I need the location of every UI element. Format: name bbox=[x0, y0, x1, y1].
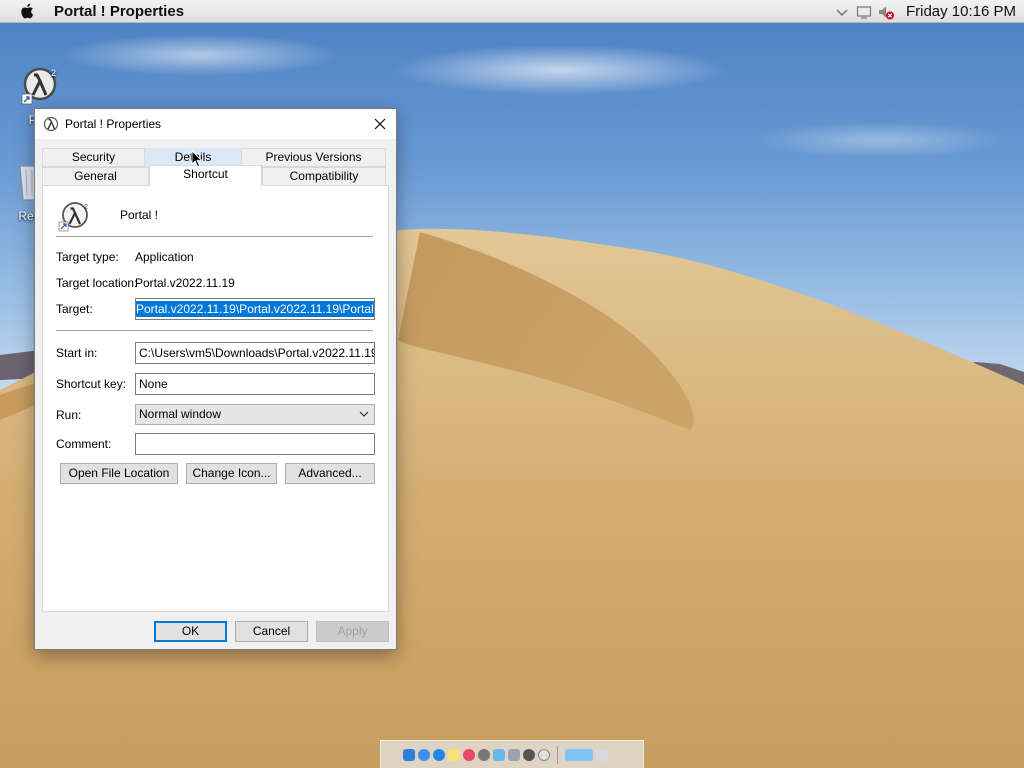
downloads-icon[interactable] bbox=[565, 748, 593, 761]
dialog-title: Portal ! Properties bbox=[65, 117, 162, 131]
dialog-titlebar[interactable]: Portal ! Properties bbox=[35, 109, 396, 139]
run-label: Run: bbox=[56, 408, 82, 422]
target-field-text: Portal.v2022.11.19\Portal.v2022.11.19\Po… bbox=[136, 301, 374, 317]
svg-text:2: 2 bbox=[84, 204, 88, 211]
comment-label: Comment: bbox=[56, 437, 112, 451]
target-type-label: Target type: bbox=[56, 250, 119, 264]
tab-security[interactable]: Security bbox=[42, 148, 145, 167]
preview-icon[interactable] bbox=[508, 748, 520, 761]
apply-button[interactable]: Apply bbox=[316, 621, 389, 642]
notes-icon[interactable] bbox=[448, 748, 460, 761]
itunes-icon[interactable] bbox=[463, 748, 475, 761]
app-store-icon[interactable] bbox=[418, 748, 430, 761]
volume-muted-icon[interactable] bbox=[878, 4, 894, 20]
target-field[interactable]: Portal.v2022.11.19\Portal.v2022.11.19\Po… bbox=[135, 298, 375, 320]
start-in-field[interactable]: C:\Users\vm5\Downloads\Portal.v2022.11.1… bbox=[135, 342, 375, 364]
half-life-lambda-icon: 2 bbox=[58, 202, 88, 232]
dock bbox=[380, 740, 644, 768]
dock-separator bbox=[557, 745, 558, 764]
folder-icon[interactable] bbox=[493, 748, 505, 761]
svg-text:2: 2 bbox=[51, 68, 56, 78]
target-location-label: Target location: bbox=[56, 276, 138, 290]
cancel-button[interactable]: Cancel bbox=[235, 621, 308, 642]
status-area: Friday 10:16 PM bbox=[834, 0, 1016, 23]
finder-icon[interactable] bbox=[403, 748, 415, 761]
menubar: Portal ! Properties Friday 10:16 PM bbox=[0, 0, 1024, 23]
run-select[interactable]: Normal window bbox=[135, 404, 375, 425]
tab-general[interactable]: General bbox=[42, 167, 149, 186]
safari-icon[interactable] bbox=[433, 748, 445, 761]
change-icon-button[interactable]: Change Icon... bbox=[186, 463, 277, 484]
mouse-pointer-icon bbox=[191, 150, 203, 168]
tab-compatibility[interactable]: Compatibility bbox=[262, 167, 386, 186]
close-button[interactable] bbox=[364, 109, 396, 139]
power-icon[interactable] bbox=[538, 748, 550, 761]
run-select-value: Normal window bbox=[139, 407, 222, 421]
tab-previous-versions[interactable]: Previous Versions bbox=[241, 148, 386, 167]
trash-icon[interactable] bbox=[596, 748, 608, 761]
comment-field[interactable] bbox=[135, 433, 375, 455]
shortcut-key-label: Shortcut key: bbox=[56, 377, 127, 391]
tab-shortcut[interactable]: Shortcut bbox=[149, 165, 262, 186]
shortcut-app-icon bbox=[43, 116, 59, 132]
target-location-value: Portal.v2022.11.19 bbox=[135, 276, 235, 290]
half-life-lambda-icon: 2 bbox=[21, 67, 57, 105]
launchpad-icon[interactable] bbox=[478, 748, 490, 761]
active-app-title[interactable]: Portal ! Properties bbox=[54, 3, 184, 20]
advanced-button[interactable]: Advanced... bbox=[285, 463, 375, 484]
separator bbox=[56, 236, 373, 237]
close-icon bbox=[374, 118, 386, 130]
ok-button[interactable]: OK bbox=[154, 621, 227, 642]
monitor-icon[interactable] bbox=[856, 4, 872, 20]
shortcut-key-field[interactable]: None bbox=[135, 373, 375, 395]
chevron-down-icon[interactable] bbox=[834, 4, 850, 20]
target-label: Target: bbox=[56, 302, 93, 316]
shortcut-name: Portal ! bbox=[120, 208, 159, 222]
separator bbox=[56, 330, 373, 331]
start-in-label: Start in: bbox=[56, 346, 98, 360]
target-type-value: Application bbox=[135, 250, 194, 264]
system-preferences-icon[interactable] bbox=[523, 748, 535, 761]
open-file-location-button[interactable]: Open File Location bbox=[60, 463, 178, 484]
chevron-down-icon bbox=[359, 411, 369, 417]
apple-icon[interactable] bbox=[20, 2, 36, 20]
menubar-clock[interactable]: Friday 10:16 PM bbox=[906, 3, 1016, 20]
properties-dialog: Portal ! Properties Security Details Pre… bbox=[34, 108, 397, 650]
